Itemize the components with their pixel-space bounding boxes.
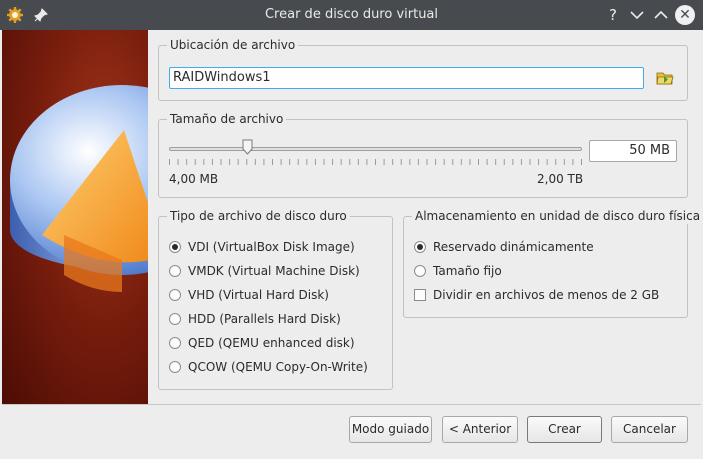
file-type-option-qed[interactable]: QED (QEMU enhanced disk)	[169, 334, 355, 352]
window-title: Crear de disco duro virtual	[264, 7, 439, 22]
storage-option-label: Reservado dinámicamente	[433, 240, 594, 254]
wizard-banner	[2, 30, 148, 404]
checkbox-indicator[interactable]	[414, 289, 426, 301]
choose-file-button[interactable]	[655, 68, 675, 88]
file-type-option-vmdk[interactable]: VMDK (Virtual Machine Disk)	[169, 262, 360, 280]
radio-indicator[interactable]	[169, 289, 181, 301]
file-location-input[interactable]: RAIDWindows1	[169, 67, 644, 89]
file-type-option-label: VHD (Virtual Hard Disk)	[188, 288, 329, 302]
file-type-option-vdi[interactable]: VDI (VirtualBox Disk Image)	[169, 238, 355, 256]
file-type-option-label: HDD (Parallels Hard Disk)	[188, 312, 341, 326]
file-type-option-hdd[interactable]: HDD (Parallels Hard Disk)	[169, 310, 341, 328]
size-min-label: 4,00 MB	[169, 172, 219, 186]
size-max-label: 2,00 TB	[537, 172, 584, 186]
minimize-button[interactable]	[626, 4, 648, 26]
storage-option-label: Tamaño fijo	[433, 264, 502, 278]
location-group: Ubicación de archivo RAIDWindows1	[158, 37, 688, 101]
size-slider-handle[interactable]	[242, 139, 253, 155]
file-type-option-qcow[interactable]: QCOW (QEMU Copy-On-Write)	[169, 358, 368, 376]
storage-option-fixed[interactable]: Tamaño fijo	[414, 262, 502, 280]
guided-mode-button[interactable]: Modo guiado	[349, 416, 432, 443]
back-button[interactable]: < Anterior	[442, 416, 518, 443]
size-slider-track[interactable]	[169, 147, 582, 151]
disk-illustration-icon	[10, 85, 148, 292]
file-type-option-label: VMDK (Virtual Machine Disk)	[188, 264, 360, 278]
title-bar: Crear de disco duro virtual ? ✕	[0, 0, 703, 30]
radio-indicator[interactable]	[169, 241, 181, 253]
folder-icon	[656, 72, 674, 85]
file-type-option-label: VDI (VirtualBox Disk Image)	[188, 240, 355, 254]
size-slider-ticks	[169, 159, 582, 165]
button-bar-divider	[2, 404, 701, 405]
radio-indicator[interactable]	[169, 337, 181, 349]
cancel-button[interactable]: Cancelar	[611, 416, 688, 443]
storage-group: Almacenamiento en unidad de disco duro f…	[403, 208, 703, 318]
radio-indicator[interactable]	[414, 241, 426, 253]
close-button[interactable]: ✕	[675, 5, 695, 25]
file-type-group: Tipo de archivo de disco duro VDI (Virtu…	[158, 208, 393, 390]
file-type-option-vhd[interactable]: VHD (Virtual Hard Disk)	[169, 286, 329, 304]
radio-indicator[interactable]	[169, 361, 181, 373]
file-type-option-label: QED (QEMU enhanced disk)	[188, 336, 355, 350]
split-files-checkbox[interactable]: Dividir en archivos de menos de 2 GB	[414, 286, 659, 304]
size-group: Tamaño de archivo 50 MB 4,00 MB 2,00 TB	[158, 111, 688, 198]
help-button[interactable]: ?	[602, 4, 624, 26]
chevron-down-icon	[630, 11, 644, 20]
file-type-group-title: Tipo de archivo de disco duro	[167, 208, 350, 224]
radio-indicator[interactable]	[169, 265, 181, 277]
storage-option-dynamic[interactable]: Reservado dinámicamente	[414, 238, 594, 256]
chevron-up-icon	[654, 10, 668, 19]
split-files-label: Dividir en archivos de menos de 2 GB	[433, 288, 660, 302]
size-input[interactable]: 50 MB	[589, 140, 677, 162]
create-button[interactable]: Crear	[527, 416, 602, 443]
size-group-title: Tamaño de archivo	[167, 111, 287, 127]
location-group-title: Ubicación de archivo	[167, 37, 299, 53]
radio-indicator[interactable]	[414, 265, 426, 277]
maximize-button[interactable]	[650, 4, 672, 26]
storage-group-title: Almacenamiento en unidad de disco duro f…	[412, 208, 703, 224]
radio-indicator[interactable]	[169, 313, 181, 325]
file-type-option-label: QCOW (QEMU Copy-On-Write)	[188, 360, 368, 374]
